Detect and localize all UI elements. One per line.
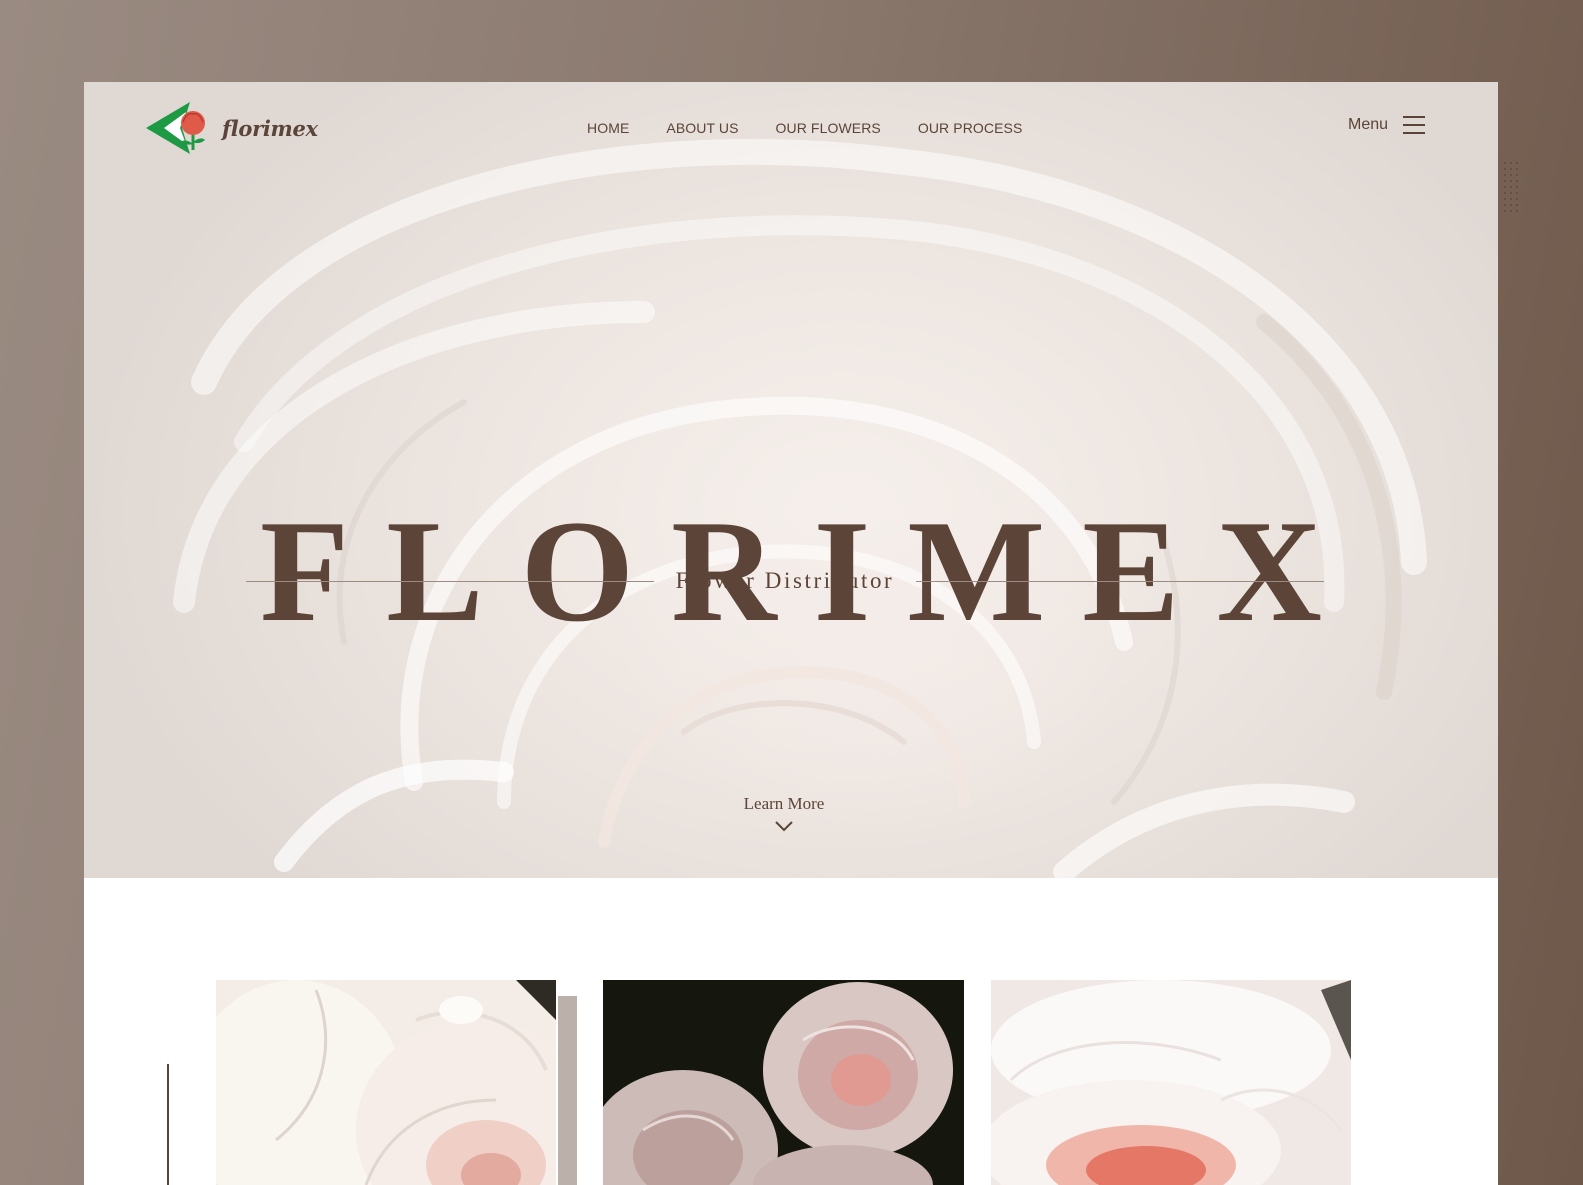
main-nav: HOME ABOUT US OUR FLOWERS OUR PROCESS: [587, 120, 1059, 136]
rose-background-image: [173, 138, 1427, 878]
logo-wordmark: florimex: [222, 115, 318, 141]
peony-image[interactable]: [991, 980, 1351, 1185]
subtitle-right-rule: [916, 580, 1324, 582]
nav-our-process[interactable]: OUR PROCESS: [918, 120, 1023, 136]
tulip-arrow-logo-icon: [146, 102, 205, 154]
menu-button[interactable]: Menu: [1348, 116, 1426, 134]
nav-our-flowers[interactable]: OUR FLOWERS: [776, 120, 881, 136]
tile-shadow-accent: [558, 996, 577, 1185]
hero-subtitle-row: Flower Distributor: [246, 568, 1324, 594]
chevron-down-icon: [775, 821, 793, 832]
brand-logo[interactable]: florimex: [146, 100, 318, 156]
hero-section: florimex HOME ABOUT US OUR FLOWERS OUR P…: [84, 82, 1498, 878]
section-accent-line: [167, 1064, 169, 1185]
white-roses-image[interactable]: [216, 980, 556, 1185]
subtitle-left-rule: [246, 580, 654, 582]
website-frame: florimex HOME ABOUT US OUR FLOWERS OUR P…: [84, 82, 1498, 1185]
nav-home[interactable]: HOME: [587, 120, 629, 136]
pink-roses-dark-image[interactable]: [603, 980, 964, 1185]
menu-label: Menu: [1348, 116, 1389, 133]
nav-about-us[interactable]: ABOUT US: [666, 120, 738, 136]
hero-subtitle: Flower Distributor: [675, 568, 895, 593]
dot-pattern-decoration: [1502, 160, 1520, 216]
learn-more-button[interactable]: Learn More: [724, 794, 844, 832]
learn-more-label: Learn More: [743, 794, 825, 813]
hamburger-icon: [1403, 116, 1426, 134]
